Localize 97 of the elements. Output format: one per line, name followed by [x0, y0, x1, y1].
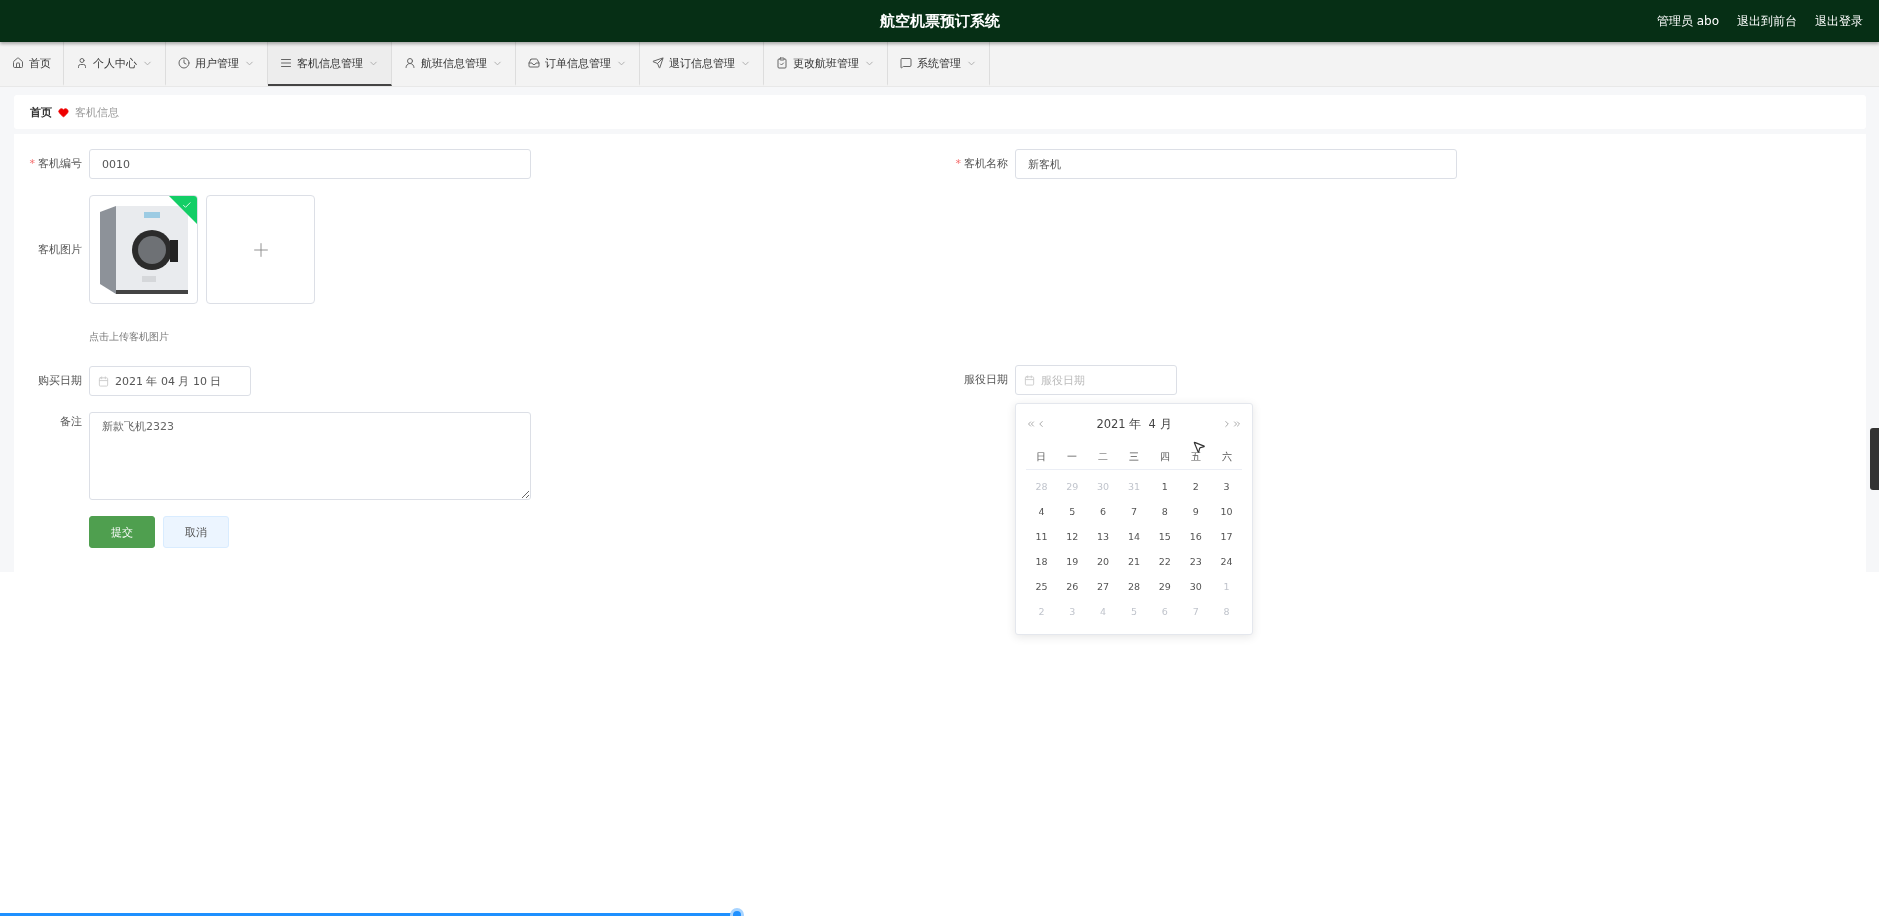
nav-tab[interactable]: 个人中心 — [64, 42, 166, 86]
side-handle[interactable] — [1870, 428, 1879, 490]
breadcrumb-home[interactable]: 首页 — [30, 104, 52, 120]
calendar-day[interactable]: 12 — [1056, 524, 1088, 549]
calendar-day[interactable]: 8 — [1149, 499, 1181, 524]
calendar-day[interactable]: 30 — [1180, 574, 1212, 599]
nav-tab-label: 航班信息管理 — [421, 55, 487, 71]
calendar-day[interactable]: 17 — [1211, 524, 1242, 549]
field-label: 服役日期 — [963, 372, 1008, 388]
calendar-day[interactable]: 13 — [1087, 524, 1119, 549]
calendar-day[interactable]: 6 — [1087, 499, 1119, 524]
field-label: 客机图片 — [37, 242, 82, 258]
nav-tab-label: 用户管理 — [195, 55, 239, 71]
nav-tab-label: 更改航班管理 — [793, 55, 859, 71]
calendar-day[interactable]: 27 — [1087, 574, 1119, 599]
field-label: * 客机名称 — [954, 156, 1008, 172]
nav-tab[interactable]: 航班信息管理 — [392, 42, 516, 86]
calendar-day[interactable]: 2 — [1180, 474, 1212, 499]
nav-tab-label: 退订信息管理 — [669, 55, 735, 71]
upload-add-button[interactable] — [206, 195, 315, 304]
field-label: 备注 — [59, 414, 82, 430]
calendar-day[interactable]: 23 — [1180, 549, 1212, 574]
nav-tab[interactable]: 订单信息管理 — [516, 42, 640, 86]
breadcrumb-current: 客机信息 — [75, 104, 119, 120]
calendar-day[interactable]: 16 — [1180, 524, 1212, 549]
previous-year-icon[interactable] — [1026, 419, 1036, 429]
nav-tab-label: 个人中心 — [93, 55, 137, 71]
app-title: 航空机票预订系统 — [879, 11, 1000, 31]
nav-tab-label: 首页 — [29, 55, 51, 71]
weekday-label: 日 — [1026, 444, 1057, 470]
next-year-icon[interactable] — [1232, 419, 1242, 429]
plane-name-field[interactable]: 新客机 — [1015, 149, 1457, 179]
heart-icon — [58, 106, 69, 118]
remark-field[interactable]: 新款飞机2323 — [89, 412, 531, 500]
nav-tab-label: 系统管理 — [917, 55, 961, 71]
next-month-icon[interactable] — [1222, 419, 1232, 429]
uploaded-image[interactable] — [89, 195, 198, 304]
weekday-label: 三 — [1118, 444, 1150, 470]
nav-tab[interactable]: 更改航班管理 — [764, 42, 888, 86]
check-icon — [181, 200, 192, 211]
field-label: * 客机编号 — [28, 156, 82, 172]
clipboard-icon — [776, 57, 788, 69]
calendar-icon — [1024, 374, 1035, 386]
calendar-day[interactable]: 29 — [1149, 574, 1181, 599]
weekday-label: 四 — [1149, 444, 1181, 470]
header-link[interactable]: 管理员 abo — [1656, 12, 1719, 30]
nav-tab[interactable]: 客机信息管理 — [268, 42, 392, 86]
home-icon — [12, 57, 24, 69]
header-link[interactable]: 退出登录 — [1815, 12, 1863, 30]
list-icon — [280, 57, 292, 69]
calendar-day[interactable]: 20 — [1087, 549, 1119, 574]
user-icon — [76, 57, 88, 69]
calendar-day[interactable]: 3 — [1211, 474, 1242, 499]
calendar-day[interactable]: 10 — [1211, 499, 1242, 524]
cursor-icon — [1192, 440, 1206, 454]
nav-tab-label: 订单信息管理 — [545, 55, 611, 71]
nav-tab-label: 客机信息管理 — [297, 55, 363, 71]
calendar-icon — [98, 375, 109, 387]
calendar-day[interactable]: 25 — [1026, 574, 1057, 599]
calendar-day[interactable]: 24 — [1211, 549, 1242, 574]
upload-hint: 点击上传客机图片 — [89, 330, 170, 344]
calendar-day[interactable]: 21 — [1118, 549, 1150, 574]
calendar-day[interactable]: 22 — [1149, 549, 1181, 574]
date-placeholder: 服役日期 — [1041, 372, 1085, 388]
required-mark: * — [29, 157, 35, 170]
plane-number-field[interactable]: 0010 — [89, 149, 531, 179]
clock-icon — [178, 57, 190, 69]
person-icon — [404, 57, 416, 69]
field-label: 购买日期 — [37, 373, 82, 389]
calendar-day[interactable]: 28 — [1118, 574, 1150, 599]
date-value: 2021 年 04 月 10 日 — [115, 373, 222, 389]
purchase-date-field[interactable]: 2021 年 04 月 10 日 — [89, 366, 251, 396]
calendar-day[interactable]: 26 — [1056, 574, 1088, 599]
calendar-day[interactable]: 15 — [1149, 524, 1181, 549]
chat-icon — [900, 57, 912, 69]
calendar-day[interactable]: 9 — [1180, 499, 1212, 524]
weekday-label: 六 — [1211, 444, 1242, 470]
calendar-day[interactable]: 19 — [1056, 549, 1088, 574]
calendar-day[interactable]: 5 — [1056, 499, 1088, 524]
calendar-day[interactable]: 18 — [1026, 549, 1057, 574]
cancel-button[interactable]: 取消 — [163, 516, 229, 548]
calendar-day[interactable]: 11 — [1026, 524, 1057, 549]
weekday-label: 二 — [1087, 444, 1119, 470]
calendar-title: 2021 年 4 月 — [1096, 416, 1172, 432]
paper-plane-icon — [652, 57, 664, 69]
weekday-label: 一 — [1056, 444, 1088, 470]
calendar-day[interactable]: 14 — [1118, 524, 1150, 549]
required-mark: * — [955, 157, 961, 170]
nav-tab[interactable]: 退订信息管理 — [640, 42, 764, 86]
calendar-day[interactable]: 1 — [1149, 474, 1181, 499]
calendar-day[interactable]: 4 — [1026, 499, 1057, 524]
header-link[interactable]: 退出到前台 — [1737, 12, 1797, 30]
previous-month-icon[interactable] — [1036, 419, 1046, 429]
nav-tab[interactable]: 系统管理 — [888, 42, 990, 86]
nav-tab[interactable]: 首页 — [0, 42, 64, 86]
inbox-icon — [528, 57, 540, 69]
calendar-day[interactable]: 7 — [1118, 499, 1150, 524]
